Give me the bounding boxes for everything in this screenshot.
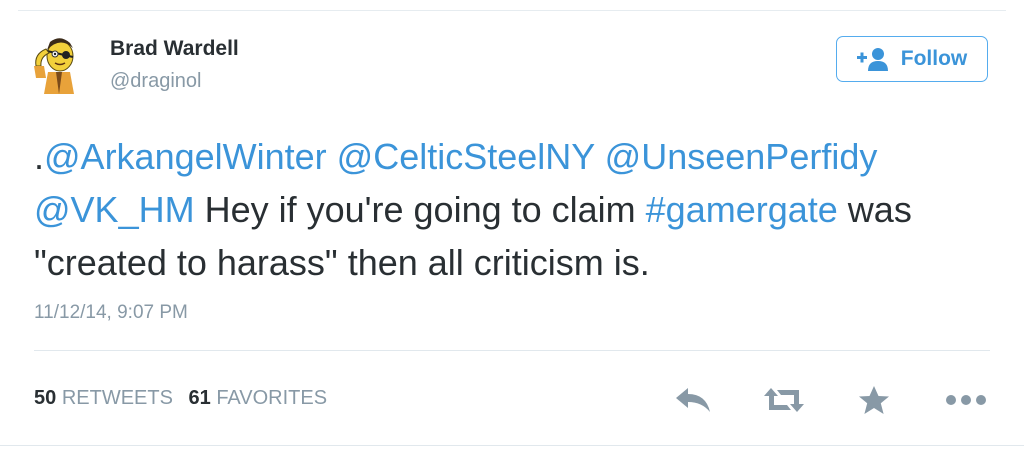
top-divider	[18, 10, 1006, 11]
retweet-button[interactable]	[762, 380, 806, 420]
mention-link[interactable]: @VK_HM	[34, 189, 195, 230]
follow-button[interactable]: Follow	[836, 36, 988, 82]
tweet-card: Brad Wardell @draginol Follow .@Arkangel…	[0, 0, 1024, 456]
follow-label: Follow	[900, 47, 968, 70]
more-dots-icon	[946, 395, 986, 405]
author-name[interactable]: Brad Wardell	[110, 36, 239, 62]
tweet-actions	[0, 380, 1024, 420]
more-button[interactable]	[944, 380, 988, 420]
tweet-timestamp[interactable]: 11/12/14, 9:07 PM	[34, 302, 188, 324]
mention-link[interactable]: @ArkangelWinter	[44, 136, 327, 177]
star-icon	[859, 386, 889, 414]
tweet-body-text: Hey if you're going to claim	[194, 189, 646, 230]
retweet-icon	[764, 388, 804, 412]
tweet-lead: .	[34, 136, 45, 177]
bottom-divider	[0, 445, 1024, 446]
hashtag-link[interactable]: #gamergate	[646, 189, 838, 230]
reply-button[interactable]	[671, 380, 715, 420]
add-user-icon	[856, 48, 888, 71]
favorite-button[interactable]	[852, 380, 896, 420]
mention-link[interactable]: @CelticSteelNY	[337, 136, 595, 177]
author-handle[interactable]: @draginol	[110, 68, 239, 94]
divider	[34, 350, 990, 351]
reply-icon	[676, 388, 710, 412]
avatar[interactable]	[30, 32, 88, 94]
mention-link[interactable]: @UnseenPerfidy	[605, 136, 878, 177]
tweet-text: .@ArkangelWinter @CelticSteelNY @UnseenP…	[34, 130, 994, 289]
author-block: Brad Wardell @draginol	[110, 36, 239, 94]
avatar-image	[34, 38, 74, 94]
